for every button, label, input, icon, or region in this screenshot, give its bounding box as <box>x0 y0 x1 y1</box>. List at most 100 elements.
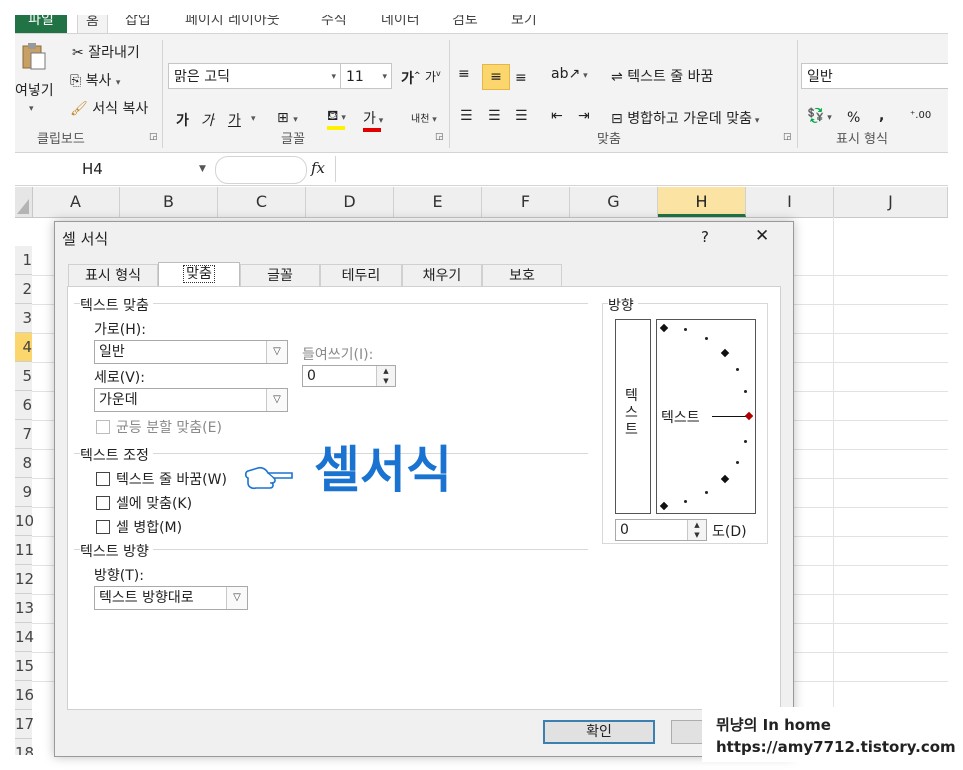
spinner-arrows-icon[interactable]: ▲ ▼ <box>687 520 706 540</box>
orientation-dial[interactable]: 텍스트 <box>656 319 756 514</box>
tab-insert[interactable]: 삽입 <box>125 15 151 33</box>
number-format-combo[interactable]: 일반 <box>801 63 948 89</box>
underline-button[interactable]: 가 <box>228 110 241 130</box>
tab-fill[interactable]: 채우기 <box>402 264 482 286</box>
horizontal-select[interactable]: 일반 ▽ <box>94 340 288 364</box>
column-header[interactable]: E <box>394 187 482 217</box>
comma-button[interactable]: , <box>879 108 884 124</box>
select-all-corner[interactable] <box>15 187 33 217</box>
tab-number[interactable]: 표시 형식 <box>68 264 158 286</box>
italic-button[interactable]: 가 <box>201 110 214 130</box>
border-button[interactable]: ⊞ ▾ <box>277 110 298 126</box>
close-icon[interactable]: ✕ <box>755 226 769 246</box>
bold-button[interactable]: 가 <box>176 110 189 130</box>
alignment-launcher-icon[interactable]: ◲ <box>783 132 792 142</box>
clipboard-launcher-icon[interactable]: ◲ <box>149 132 158 142</box>
chevron-down-icon[interactable]: ▽ <box>266 341 287 363</box>
grow-font-button[interactable]: 가^ <box>401 68 421 88</box>
row-header-selected[interactable]: 4 <box>15 333 32 362</box>
row-header[interactable]: 12 <box>15 565 34 594</box>
align-center-icon[interactable]: ☰ <box>488 108 501 124</box>
phonetic-button[interactable]: 내천 ▾ <box>411 110 437 125</box>
row-header[interactable]: 11 <box>15 536 34 565</box>
tab-page-layout[interactable]: 페이지 레이아웃 <box>185 15 280 33</box>
align-top-icon[interactable]: ≡ <box>458 66 470 82</box>
function-icon[interactable]: fx <box>311 159 325 177</box>
tab-font[interactable]: 글꼴 <box>240 264 320 286</box>
help-button[interactable]: ? <box>701 228 709 246</box>
name-box-dropdown-icon[interactable]: ▼ <box>199 156 206 182</box>
column-header[interactable]: G <box>570 187 658 217</box>
tab-review[interactable]: 검토 <box>452 15 478 33</box>
row-header[interactable]: 13 <box>15 594 34 623</box>
shrink-to-fit-checkbox[interactable] <box>96 496 110 510</box>
row-header[interactable]: 17 <box>15 710 34 739</box>
tab-formulas[interactable]: 수식 <box>321 15 347 33</box>
row-header[interactable]: 14 <box>15 623 34 652</box>
row-header[interactable]: 9 <box>15 478 32 507</box>
column-header[interactable]: I <box>746 187 834 217</box>
row-header[interactable]: 15 <box>15 652 34 681</box>
paste-icon[interactable] <box>21 42 47 72</box>
tab-file[interactable]: 파일 <box>15 15 67 33</box>
copy-button[interactable]: ⎘ 복사 ▾ <box>70 70 120 90</box>
row-header[interactable]: 8 <box>15 449 32 478</box>
column-header-selected[interactable]: H <box>658 187 746 217</box>
tab-alignment[interactable]: 맞춤 <box>158 262 240 287</box>
column-header[interactable]: B <box>120 187 218 217</box>
tab-home[interactable]: 홈 <box>77 15 108 34</box>
format-painter-button[interactable]: 🖌 서식 복사 <box>70 98 148 118</box>
formula-input[interactable] <box>335 156 948 182</box>
vertical-text-box[interactable]: 텍스트 <box>615 319 651 514</box>
column-header[interactable]: J <box>834 187 948 217</box>
row-header[interactable]: 7 <box>15 420 32 449</box>
column-header[interactable]: A <box>32 187 120 217</box>
row-header[interactable]: 1 <box>15 246 32 275</box>
wrap-text-checkbox[interactable] <box>96 472 110 486</box>
increase-indent-icon[interactable]: ⇥ <box>578 108 590 124</box>
merge-center-button[interactable]: ⊟ 병합하고 가운데 맞춤 ▾ <box>611 108 759 128</box>
font-launcher-icon[interactable]: ◲ <box>435 132 444 142</box>
orientation-icon[interactable]: ab↗ ▾ <box>551 66 588 82</box>
chevron-down-icon[interactable]: ▽ <box>226 587 247 609</box>
underline-dropdown-icon[interactable]: ▾ <box>251 114 256 124</box>
paste-dropdown-icon[interactable]: ▾ <box>29 104 34 114</box>
cut-button[interactable]: ✂ 잘라내기 <box>72 42 140 62</box>
row-header[interactable]: 10 <box>15 507 34 536</box>
row-header[interactable]: 5 <box>15 362 32 391</box>
chevron-down-icon[interactable]: ▽ <box>266 389 287 411</box>
ok-button[interactable]: 확인 <box>543 720 655 744</box>
currency-icon[interactable]: 💱 ▾ <box>807 108 832 124</box>
decrease-indent-icon[interactable]: ⇤ <box>551 108 563 124</box>
column-header[interactable]: D <box>306 187 394 217</box>
tab-data[interactable]: 데이터 <box>381 15 420 33</box>
align-left-icon[interactable]: ☰ <box>460 108 473 124</box>
merge-cells-checkbox[interactable] <box>96 520 110 534</box>
increase-decimal-icon[interactable]: ⁺.00 <box>910 110 931 121</box>
tab-protection[interactable]: 보호 <box>482 264 562 286</box>
distributed-checkbox[interactable] <box>96 420 110 434</box>
tab-border[interactable]: 테두리 <box>320 264 402 286</box>
vertical-select[interactable]: 가운데 ▽ <box>94 388 288 412</box>
name-box[interactable]: H4 ▼ <box>15 156 211 182</box>
align-middle-icon[interactable]: ≡ <box>482 64 510 90</box>
row-header[interactable]: 2 <box>15 275 32 304</box>
percent-button[interactable]: % <box>847 110 860 126</box>
tab-view[interactable]: 보기 <box>511 15 537 33</box>
align-bottom-icon[interactable]: ≡ <box>515 70 527 86</box>
wrap-text-button[interactable]: ⇌ 텍스트 줄 바꿈 <box>611 66 713 86</box>
row-header[interactable]: 18 <box>15 739 34 755</box>
shrink-font-button[interactable]: 가v <box>425 68 441 85</box>
degrees-spinner[interactable]: 0 ▲ ▼ <box>615 519 707 541</box>
font-size-combo[interactable]: 11 ▾ <box>340 63 392 89</box>
align-right-icon[interactable]: ☰ <box>515 108 528 124</box>
row-header[interactable]: 3 <box>15 304 32 333</box>
spinner-arrows-icon[interactable]: ▲ ▼ <box>376 366 395 386</box>
direction-select[interactable]: 텍스트 방향대로 ▽ <box>94 586 248 610</box>
column-header[interactable]: F <box>482 187 570 217</box>
row-header[interactable]: 6 <box>15 391 32 420</box>
fill-color-button[interactable]: ⛾ ▾ <box>327 108 346 130</box>
dial-handle-icon[interactable] <box>744 411 754 421</box>
font-name-combo[interactable]: 맑은 고딕 ▾ <box>168 63 341 89</box>
paste-button[interactable]: 여넣기 <box>15 80 54 100</box>
